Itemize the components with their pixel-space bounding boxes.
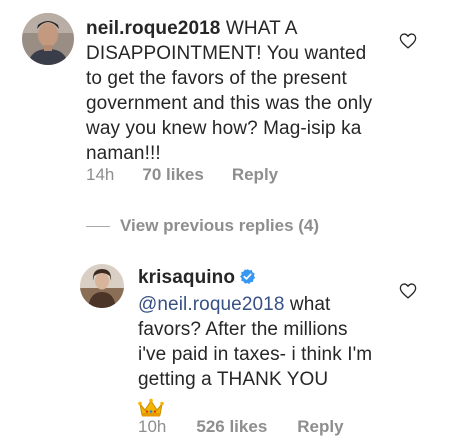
view-replies-label: View previous replies (4) bbox=[120, 216, 320, 235]
reply-reply-button[interactable]: Reply bbox=[297, 417, 343, 437]
heart-outline-icon[interactable] bbox=[399, 283, 417, 304]
reply-likes[interactable]: 526 likes bbox=[196, 417, 267, 437]
reply-meta-row: 10h 526 likes Reply bbox=[138, 417, 344, 437]
reply-mention-link[interactable]: @neil.roque2018 bbox=[138, 294, 285, 315]
comment-reply-button[interactable]: Reply bbox=[232, 165, 278, 185]
comment-likes[interactable]: 70 likes bbox=[142, 165, 203, 185]
commenter-avatar[interactable] bbox=[22, 13, 74, 65]
view-previous-replies-button[interactable]: View previous replies (4) bbox=[86, 216, 319, 236]
profile-photo-man bbox=[22, 13, 74, 65]
verified-badge-icon bbox=[239, 267, 256, 292]
comment-time: 14h bbox=[86, 165, 115, 184]
reply-avatar[interactable] bbox=[80, 264, 124, 308]
comment-message: WHAT A DISAPPOINTMENT! You wanted to get… bbox=[86, 18, 373, 164]
reply-time: 10h bbox=[138, 417, 167, 436]
comment-username[interactable]: neil.roque2018 bbox=[86, 18, 220, 39]
comment-text: neil.roque2018 WHAT A DISAPPOINTMENT! Yo… bbox=[86, 16, 386, 166]
heart-outline-icon[interactable] bbox=[399, 33, 417, 54]
replies-divider-line bbox=[86, 225, 110, 227]
comment-meta-row: 14h 70 likes Reply bbox=[86, 165, 278, 185]
profile-photo-woman bbox=[80, 264, 124, 308]
reply-text: krisaquino @neil.roque2018 what favors? … bbox=[138, 265, 378, 425]
reply-username[interactable]: krisaquino bbox=[138, 267, 235, 288]
